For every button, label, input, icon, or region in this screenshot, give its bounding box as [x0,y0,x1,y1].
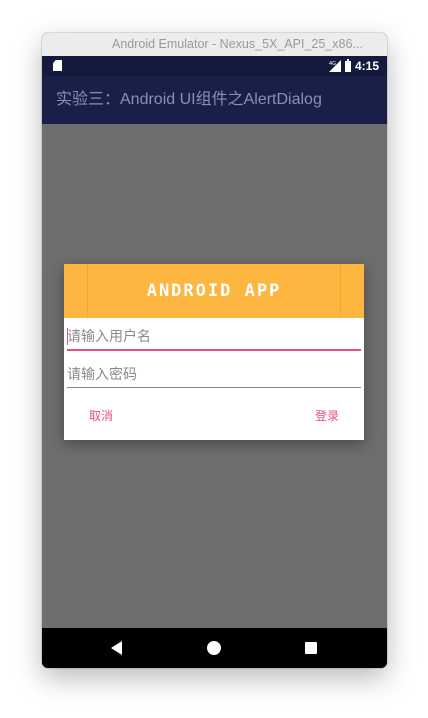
home-icon[interactable] [207,641,221,655]
android-app-logo: ANDROID APP [146,281,282,301]
network-type-label: 4G [329,61,336,67]
dialog-scrim[interactable]: ANDROID APP 取消 登录 [42,124,387,628]
cancel-button[interactable]: 取消 [89,407,113,424]
recents-icon[interactable] [305,642,317,654]
text-cursor [67,328,68,345]
password-input[interactable] [67,363,361,388]
status-icons: 4G 4:15 [328,56,379,76]
sd-card-icon [53,60,62,71]
back-icon[interactable] [111,641,122,655]
dialog-banner: ANDROID APP [64,264,364,318]
window-title: Android Emulator - Nexus_5X_API_25_x86..… [112,37,363,51]
window-titlebar[interactable]: Android Emulator - Nexus_5X_API_25_x86..… [42,33,387,57]
signal-icon: 4G [328,60,341,72]
battery-icon [344,58,351,72]
nav-bar [42,628,387,668]
login-dialog: ANDROID APP 取消 登录 [64,264,364,440]
status-clock: 4:15 [354,59,379,73]
app-title: 实验三：Android UI组件之AlertDialog [56,91,322,108]
app-bar: 实验三：Android UI组件之AlertDialog [42,76,387,124]
status-bar: 4G 4:15 [42,56,387,76]
username-input[interactable] [67,325,361,351]
login-button[interactable]: 登录 [315,407,339,424]
emulator-window: Android Emulator - Nexus_5X_API_25_x86..… [42,33,387,668]
